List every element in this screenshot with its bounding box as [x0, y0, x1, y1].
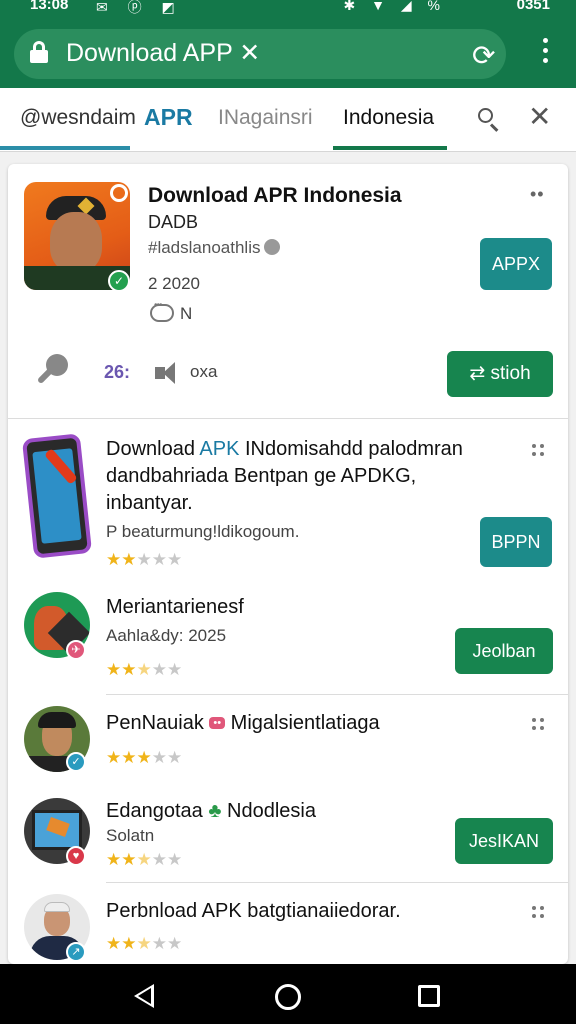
rating-stars: ★★★★★ [106, 850, 183, 869]
heart-icon: ♥ [66, 846, 86, 866]
list-item-1-line2: dandbahriada Bentpan ge APDKG, [106, 465, 417, 487]
list-item-3-title-rest: Migalsientlatiaga [225, 712, 380, 734]
system-nav-bar [0, 964, 576, 1024]
hero-app-button[interactable]: APPX [480, 238, 552, 290]
notification-icons: ✉ ⓟ ◩ [96, 0, 183, 15]
globe-icon [264, 239, 281, 255]
hero-date: 2 2020 [148, 274, 200, 293]
hero-install-button[interactable]: ⇄ stioh [447, 351, 553, 397]
system-icons: ✱ ▼ ◢ % [343, 0, 446, 13]
divider [8, 418, 568, 419]
verified-icon: ✓ [66, 752, 86, 772]
overflow-menu-icon[interactable] [532, 38, 558, 68]
more-icon[interactable]: •• [530, 184, 545, 205]
list-item-4-sub: Solatn [106, 826, 155, 845]
list-item-4-title-text: Edangotaa [106, 800, 203, 822]
list-item-3-title-text: PenNauiak [106, 712, 204, 734]
results-card: ✓ Download APR Indonesia DADB #ladslanoa… [8, 164, 568, 964]
app-bar: Download APP ✕ ⟳ [0, 18, 576, 88]
rating-stars: ★★★★★ [106, 550, 183, 569]
list-item-1-title[interactable]: Download APK INdomisahdd palodmran [106, 438, 463, 461]
rating-stars: ★★★★★ [106, 934, 183, 953]
url-bar[interactable]: Download APP ✕ ⟳ [14, 29, 506, 79]
tab-indicator [0, 146, 130, 150]
lock-icon [30, 41, 48, 63]
close-icon[interactable]: ✕ [528, 100, 551, 133]
tab-indonesia[interactable]: Indonesia [343, 106, 434, 130]
list-item-2-button[interactable]: Jeolban [455, 628, 553, 674]
list-item-1-title-rest: INdomisahdd palodmran [239, 438, 463, 460]
leaf-icon: ♣ [208, 800, 222, 822]
drag-handle-icon[interactable] [532, 444, 546, 458]
tab-apr[interactable]: APR [144, 104, 193, 131]
list-item-1-title-accent: APK [199, 438, 240, 460]
hero-size: oxa [190, 362, 218, 381]
comment-icon [150, 300, 174, 322]
list-item-4-button[interactable]: JesIKAN [455, 818, 553, 864]
url-text[interactable]: Download APP ✕ [66, 38, 260, 68]
tab-indicator-active [333, 146, 447, 150]
tab-bar: @wesndaim APR INagainsri Indonesia ✕ [0, 88, 576, 152]
hero-app-title[interactable]: Download APR Indonesia [148, 184, 402, 208]
hero-comments: N [150, 300, 193, 324]
drag-handle-icon[interactable] [532, 906, 546, 920]
list-item-1-sub: P beaturmung!ldikogoum. [106, 522, 300, 541]
status-bar: 13:08 ✉ ⓟ ◩ ✱ ▼ ◢ % 0351 [0, 0, 576, 18]
badge-icon: ✈ [66, 640, 86, 660]
home-icon[interactable] [275, 984, 301, 1010]
list-item-5-title[interactable]: Perbnload APK batgtianaiiedorar. [106, 900, 401, 923]
hero-developer: DADB [148, 212, 199, 232]
hero-count: 26: [104, 362, 131, 382]
hero-tags-text: #ladslanoathlis [148, 238, 261, 257]
rating-stars: ★★★★★ [106, 748, 183, 767]
list-item-1-button[interactable]: BPPN [480, 517, 552, 567]
phone-app-icon[interactable] [21, 433, 93, 559]
rating-stars: ★★★★★ [106, 660, 183, 679]
speaker-icon[interactable] [155, 362, 181, 384]
list-item-2-title[interactable]: Meriantarienesf [106, 596, 244, 619]
status-time: 13:08 [30, 0, 69, 13]
refresh-icon[interactable]: ⟳ [472, 39, 495, 72]
divider [106, 882, 568, 883]
search-icon[interactable] [476, 102, 502, 132]
list-item-4-title-rest: Ndodlesia [221, 800, 316, 822]
battery-text: 0351 [516, 0, 550, 13]
wrench-icon[interactable] [34, 354, 70, 390]
message-icon: •• [209, 717, 226, 729]
list-item-3-title[interactable]: PenNauiak •• Migalsientlatiaga [106, 712, 380, 735]
tab-wesndaim[interactable]: @wesndaim [20, 106, 136, 130]
hero-comments-count: N [180, 304, 193, 323]
recents-icon[interactable] [418, 985, 440, 1007]
list-item-2-sub: Aahla&dy: 2025 [106, 626, 227, 645]
share-icon: ↗ [66, 942, 86, 962]
list-item-1-title-prefix: Download [106, 438, 200, 460]
list-item-4-title[interactable]: Edangotaa ♣ Ndodlesia [106, 800, 316, 823]
back-icon[interactable] [134, 984, 154, 1008]
list-item-1-line3: inbantyar. [106, 492, 193, 514]
verified-icon: ✓ [108, 270, 130, 292]
tab-nagainsri[interactable]: INagainsri [218, 106, 313, 130]
hero-tags: #ladslanoathlis [148, 238, 281, 258]
divider [106, 694, 568, 695]
drag-handle-icon[interactable] [532, 718, 546, 732]
